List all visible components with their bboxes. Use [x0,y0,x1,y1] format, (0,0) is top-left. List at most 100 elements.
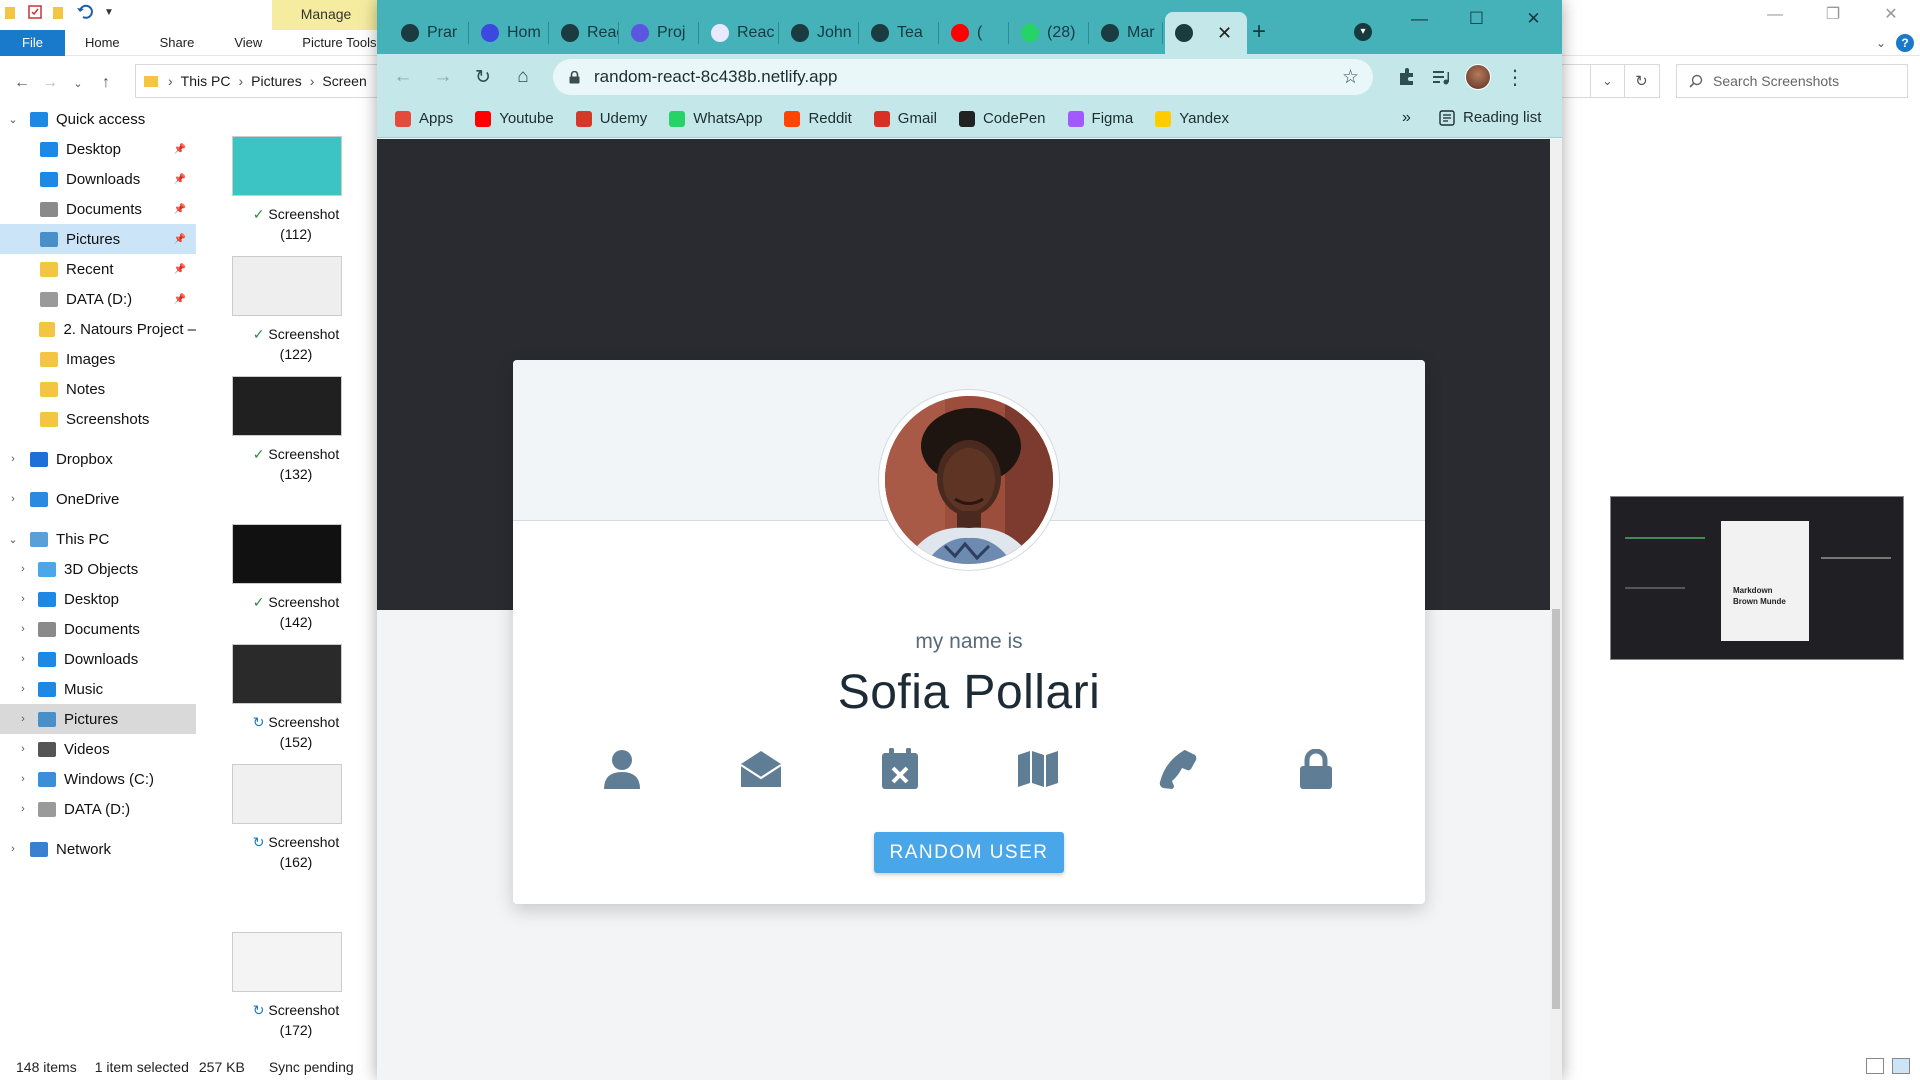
nav-item[interactable]: › Documents [0,614,196,644]
file-thumbnail[interactable]: ✓ Screenshot (132) [226,376,366,484]
file-thumbnail[interactable]: ↻ Screenshot (152) [226,644,366,752]
expand-chevron-icon[interactable]: › [16,743,30,755]
new-folder-icon[interactable] [52,4,66,20]
nav-item[interactable]: › OneDrive [0,484,196,514]
bookmarks-overflow-button[interactable]: » [1402,109,1411,127]
help-icon[interactable]: ? [1896,34,1914,52]
minimize-icon[interactable]: — [1746,0,1804,30]
nav-item[interactable]: ⌄ This PC [0,524,196,554]
lock-icon[interactable] [1295,748,1337,790]
nav-item[interactable]: Notes [0,374,196,404]
undo-icon[interactable] [76,4,94,20]
expand-chevron-icon[interactable]: › [16,593,30,605]
nav-item[interactable]: Downloads 📌 [0,164,196,194]
pin-icon[interactable]: 📌 [174,144,186,155]
back-arrow-icon[interactable]: ← [8,74,36,92]
nav-item[interactable]: › DATA (D:) [0,794,196,824]
search-input[interactable]: Search Screenshots [1676,64,1908,98]
pin-icon[interactable]: 📌 [174,234,186,245]
nav-item[interactable]: Desktop 📌 [0,134,196,164]
expand-chevron-icon[interactable]: › [16,623,30,635]
phone-icon[interactable] [1156,748,1198,790]
bookmark-item[interactable]: CodePen [958,110,1046,127]
browser-tab[interactable]: Prar [391,12,469,54]
expand-chevron-icon[interactable]: › [16,713,30,725]
pin-icon[interactable]: 📌 [174,204,186,215]
bookmark-item[interactable]: WhatsApp [669,110,762,127]
nav-item[interactable]: › Windows (C:) [0,764,196,794]
breadcrumb-pictures[interactable]: Pictures [251,73,302,89]
expand-chevron-icon[interactable]: › [6,843,20,855]
url-text[interactable]: random-react-8c438b.netlify.app [594,67,838,87]
bookmark-item[interactable]: Apps [395,110,453,127]
tab-search-icon[interactable]: ▾ [1354,23,1372,41]
close-icon[interactable]: ✕ [1862,0,1920,30]
bookmark-item[interactable]: Figma [1067,110,1133,127]
expand-chevron-icon[interactable]: › [16,563,30,575]
nav-item[interactable]: DATA (D:) 📌 [0,284,196,314]
page-scrollbar[interactable] [1550,139,1562,1080]
breadcrumb-screenshots[interactable]: Screen [322,73,366,89]
media-queue-icon[interactable] [1431,67,1451,87]
nav-item[interactable]: › Downloads [0,644,196,674]
pin-icon[interactable]: 📌 [174,264,186,275]
forward-arrow-icon[interactable]: → [36,74,64,92]
browser-tab[interactable]: John [781,12,859,54]
minimize-icon[interactable]: — [1391,0,1448,38]
person-icon[interactable] [601,748,643,790]
file-thumbnail[interactable]: ✓ Screenshot (122) [226,256,366,364]
nav-item[interactable]: › 3D Objects [0,554,196,584]
pin-icon[interactable]: 📌 [174,294,186,305]
maximize-icon[interactable]: ☐ [1448,0,1505,38]
profile-avatar[interactable] [1465,64,1491,90]
nav-item[interactable]: Documents 📌 [0,194,196,224]
file-thumbnail[interactable]: ↻ Screenshot (172) [226,932,366,1040]
nav-item[interactable]: › Desktop [0,584,196,614]
browser-tab[interactable]: ( [941,12,1009,54]
properties-icon[interactable] [28,4,42,20]
browser-tab[interactable]: Proj [621,12,699,54]
restore-icon[interactable]: ❐ [1804,0,1862,30]
nav-item[interactable]: Recent 📌 [0,254,196,284]
expand-chevron-icon[interactable]: › [16,773,30,785]
nav-item[interactable]: ⌄ Quick access [0,104,196,134]
file-thumbnail[interactable]: ✓ Screenshot (112) [226,136,366,244]
lock-icon[interactable] [569,70,580,84]
expand-chevron-icon[interactable]: ⌄ [6,113,20,126]
pin-icon[interactable]: 📌 [174,174,186,185]
breadcrumb-this-pc[interactable]: This PC [181,73,231,89]
manage-tab[interactable]: Manage [272,0,380,30]
nav-item[interactable]: › Dropbox [0,444,196,474]
large-icons-view-icon[interactable] [1892,1058,1910,1074]
ribbon-tab-file[interactable]: File [0,29,65,56]
up-arrow-icon[interactable]: ↑ [92,74,120,92]
ribbon-tab-view[interactable]: View [214,30,282,56]
browser-tab[interactable]: ✕ [1165,12,1247,54]
expand-chevron-icon[interactable]: › [6,453,20,465]
refresh-icon[interactable]: ↻ [1635,72,1648,90]
file-thumbnail[interactable]: ↻ Screenshot (162) [226,764,366,872]
nav-item[interactable]: 2. Natours Project – [0,314,196,344]
nav-item[interactable]: Images [0,344,196,374]
bookmark-item[interactable]: Reddit [784,110,852,127]
url-bar[interactable]: random-react-8c438b.netlify.app ☆ [553,59,1373,95]
envelope-open-icon[interactable] [740,748,782,790]
ribbon-tab-share[interactable]: Share [140,30,215,56]
ribbon-tab-home[interactable]: Home [65,30,140,56]
browser-tab[interactable]: Reac [551,12,619,54]
browser-tab[interactable]: Reac [701,12,779,54]
nav-item[interactable]: › Network [0,834,196,864]
nav-item[interactable]: › Videos [0,734,196,764]
random-user-button[interactable]: RANDOM USER [874,832,1064,873]
close-icon[interactable]: ✕ [1505,0,1562,38]
extensions-puzzle-icon[interactable] [1397,67,1417,87]
recent-locations-icon[interactable]: ⌄ [64,77,92,90]
browser-tab[interactable]: Tea [861,12,939,54]
bookmark-item[interactable]: Yandex [1155,110,1229,127]
browser-tab[interactable]: Mar [1091,12,1163,54]
expand-chevron-icon[interactable]: › [16,803,30,815]
folder-icon[interactable] [4,4,18,20]
address-dropdown-icon[interactable]: ⌄ [1602,74,1612,88]
map-icon[interactable] [1017,748,1059,790]
expand-chevron-icon[interactable]: ⌄ [6,533,20,546]
